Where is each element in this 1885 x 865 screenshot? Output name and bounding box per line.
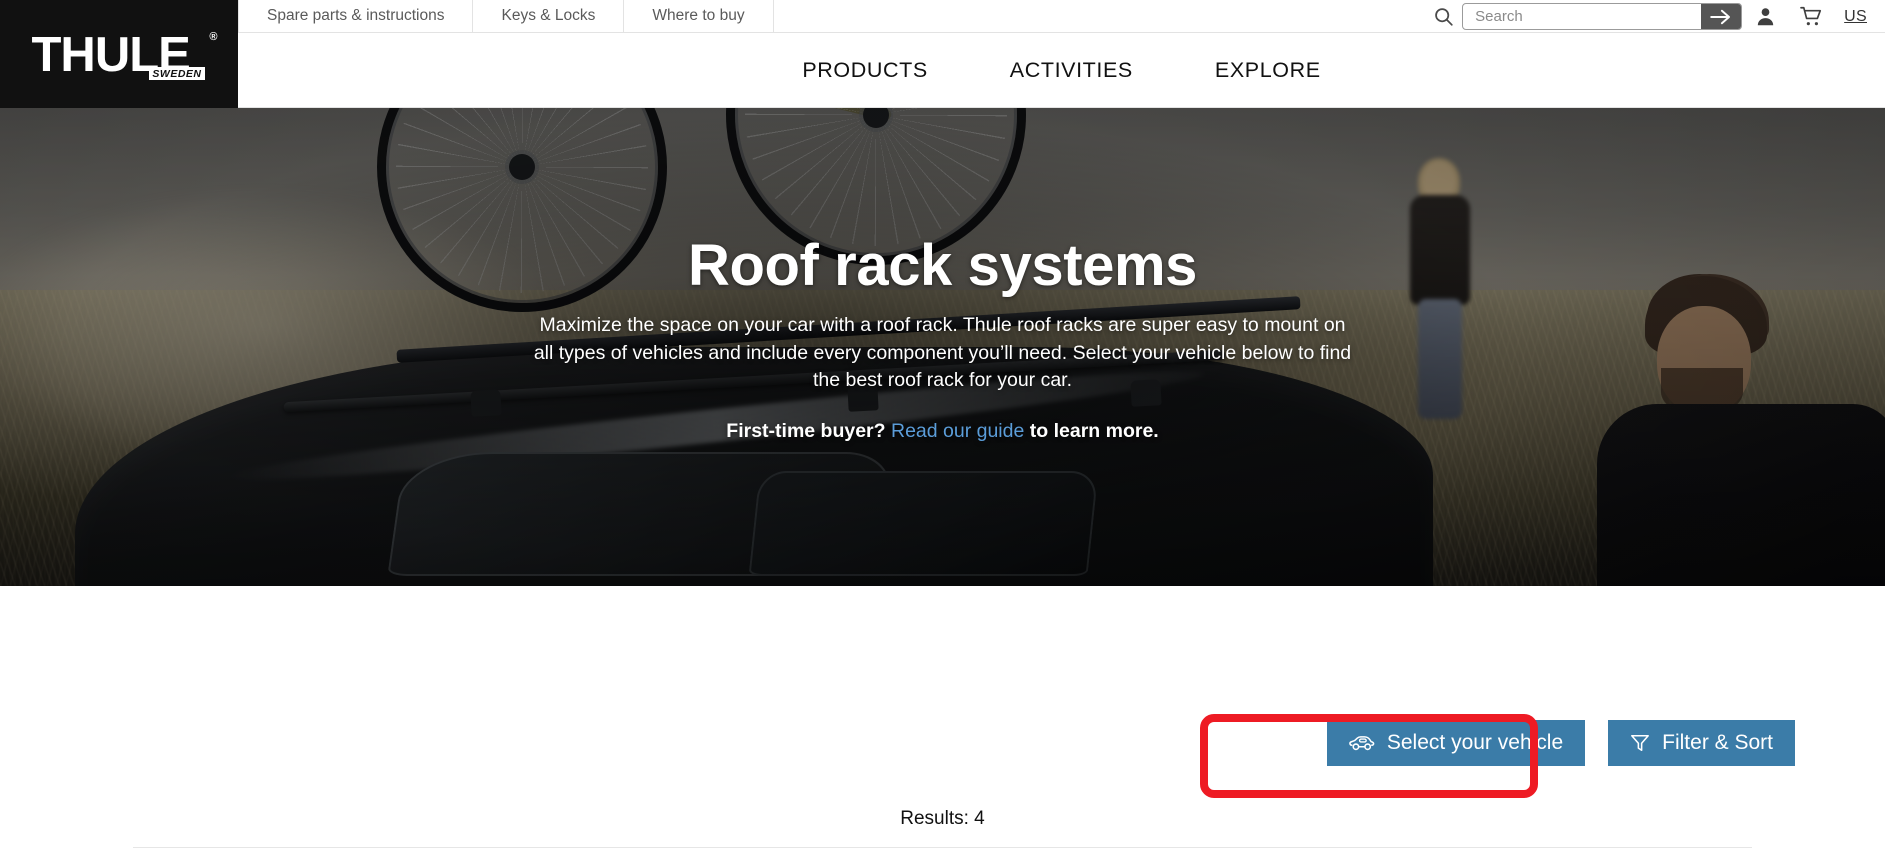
- product-listing-header: Select your vehicle Filter & Sort Result…: [0, 586, 1885, 865]
- car-icon: [1349, 734, 1375, 752]
- search-input[interactable]: [1463, 4, 1701, 29]
- search-submit-button[interactable]: [1701, 4, 1741, 29]
- locale-selector[interactable]: US: [1844, 8, 1867, 26]
- hero-note: First-time buyer? Read our guide to lear…: [0, 420, 1885, 443]
- hero-note-suffix: to learn more.: [1024, 420, 1158, 442]
- hero-note-prefix: First-time buyer?: [726, 420, 891, 442]
- logo-tagline: SWEDEN: [149, 67, 204, 80]
- hero-copy: Roof rack systems Maximize the space on …: [0, 234, 1885, 443]
- search-icon[interactable]: [1426, 0, 1460, 33]
- filter-and-sort-label: Filter & Sort: [1662, 731, 1773, 755]
- page-title: Roof rack systems: [0, 234, 1885, 298]
- logo-wrap: THULE ® SWEDEN: [32, 29, 207, 81]
- filter-and-sort-button[interactable]: Filter & Sort: [1608, 720, 1795, 766]
- listing-controls: Select your vehicle Filter & Sort: [1327, 720, 1795, 766]
- hero-banner: Roof rack systems Maximize the space on …: [0, 108, 1885, 586]
- utility-link-keys-locks[interactable]: Keys & Locks: [473, 0, 624, 32]
- page-root: THULE ® SWEDEN Spare parts & instruction…: [0, 0, 1885, 865]
- funnel-icon: [1630, 733, 1650, 753]
- results-count: Results: 4: [900, 808, 984, 829]
- shopping-cart-icon[interactable]: [1788, 0, 1834, 33]
- thule-logo[interactable]: THULE ® SWEDEN: [0, 0, 238, 108]
- main-nav: PRODUCTS ACTIVITIES EXPLORE: [238, 33, 1885, 107]
- utility-link-spare-parts[interactable]: Spare parts & instructions: [238, 0, 473, 32]
- utility-actions: US: [1426, 0, 1885, 33]
- nav-item-activities[interactable]: ACTIVITIES: [1010, 58, 1133, 83]
- select-your-vehicle-label: Select your vehicle: [1387, 731, 1563, 755]
- utility-link-where-to-buy[interactable]: Where to buy: [624, 0, 773, 32]
- nav-item-explore[interactable]: EXPLORE: [1215, 58, 1321, 83]
- select-your-vehicle-button[interactable]: Select your vehicle: [1327, 720, 1585, 766]
- nav-item-products[interactable]: PRODUCTS: [802, 58, 927, 83]
- site-header: THULE ® SWEDEN Spare parts & instruction…: [0, 0, 1885, 108]
- search-box: [1462, 3, 1742, 30]
- results-bar: Results: 4: [133, 808, 1752, 848]
- user-account-icon[interactable]: [1742, 0, 1788, 33]
- hero-subtitle-line-1: Maximize the space on your car with a ro…: [539, 314, 1318, 336]
- utility-nav: Spare parts & instructions Keys & Locks …: [238, 0, 1885, 33]
- hero-subtitle: Maximize the space on your car with a ro…: [528, 312, 1358, 395]
- read-our-guide-link[interactable]: Read our guide: [891, 420, 1024, 442]
- registered-trademark-icon: ®: [209, 31, 217, 43]
